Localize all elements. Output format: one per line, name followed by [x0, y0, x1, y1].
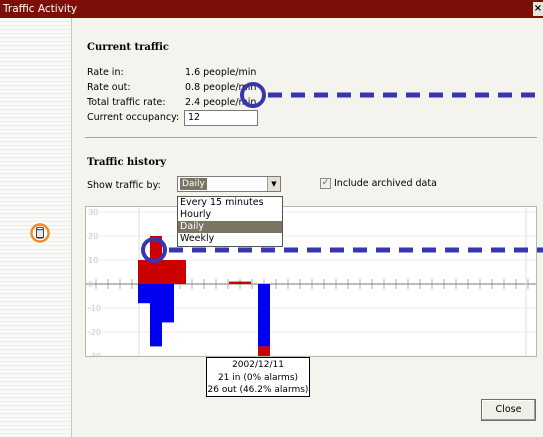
out-bar	[150, 284, 162, 347]
y-tick-label: 0	[88, 280, 93, 289]
in-bar	[150, 236, 162, 284]
title-bar: Traffic Activity ×	[0, 0, 543, 18]
y-tick-label: -30	[88, 352, 101, 356]
window-close-icon[interactable]: ×	[533, 2, 543, 16]
include-archived-checkbox[interactable]: ✓	[320, 178, 331, 189]
traffic-chart: 30 20 10 0 -10 -20 -30	[86, 207, 536, 356]
dropdown-option[interactable]: Hourly	[178, 209, 282, 221]
total-rate-value: 2.4 people/min	[185, 97, 257, 108]
in-bar	[174, 260, 186, 284]
traffic-history-heading: Traffic history	[87, 157, 167, 168]
y-tick-label: 30	[88, 208, 98, 217]
dropdown-option-selected[interactable]: Daily	[178, 221, 282, 233]
occupancy-input[interactable]: 12	[184, 110, 258, 126]
select-value: Daily	[180, 178, 207, 190]
occupancy-label: Current occupancy:	[87, 112, 180, 123]
traffic-period-select[interactable]: Daily ▼	[177, 176, 281, 192]
out-bar	[162, 284, 174, 323]
out-bar	[258, 284, 270, 347]
window-title: Traffic Activity	[3, 3, 78, 15]
tooltip-date: 2002/12/11	[232, 360, 284, 370]
close-button[interactable]: Close	[481, 399, 536, 421]
in-bar	[237, 281, 251, 284]
y-tick-label: -20	[88, 328, 101, 337]
out-bar	[138, 284, 150, 304]
dropdown-option[interactable]: Every 15 minutes	[178, 197, 282, 209]
tooltip-out: 26 out (46.2% alarms)	[207, 385, 309, 395]
total-rate-label: Total traffic rate:	[87, 97, 166, 108]
in-bar	[138, 260, 150, 284]
period-dropdown-list: Every 15 minutes Hourly Daily Weekly	[177, 196, 283, 247]
rate-out-value: 0.8 people/min	[185, 82, 257, 93]
tooltip-in: 21 in (0% alarms)	[217, 372, 299, 383]
y-tick-label: -10	[88, 304, 101, 313]
rate-out-label: Rate out:	[87, 82, 131, 93]
database-icon[interactable]	[30, 223, 50, 243]
include-archived-label: Include archived data	[334, 178, 437, 189]
traffic-chart-frame: 30 20 10 0 -10 -20 -30	[85, 206, 537, 357]
rate-in-label: Rate in:	[87, 67, 124, 78]
out-alarm-bar	[258, 346, 270, 356]
in-bar	[162, 260, 174, 284]
current-traffic-heading: Current traffic	[87, 42, 169, 53]
rate-in-value: 1.6 people/min	[185, 67, 257, 78]
chevron-down-icon[interactable]: ▼	[267, 177, 280, 191]
chart-tooltip: 2002/12/11 21 in (0% alarms) 26 out (46.…	[206, 357, 310, 397]
y-tick-label: 20	[88, 232, 98, 241]
dropdown-option[interactable]: Weekly	[178, 233, 282, 245]
section-divider	[85, 137, 537, 138]
y-tick-label: 10	[88, 256, 98, 265]
show-traffic-label: Show traffic by:	[87, 180, 161, 191]
